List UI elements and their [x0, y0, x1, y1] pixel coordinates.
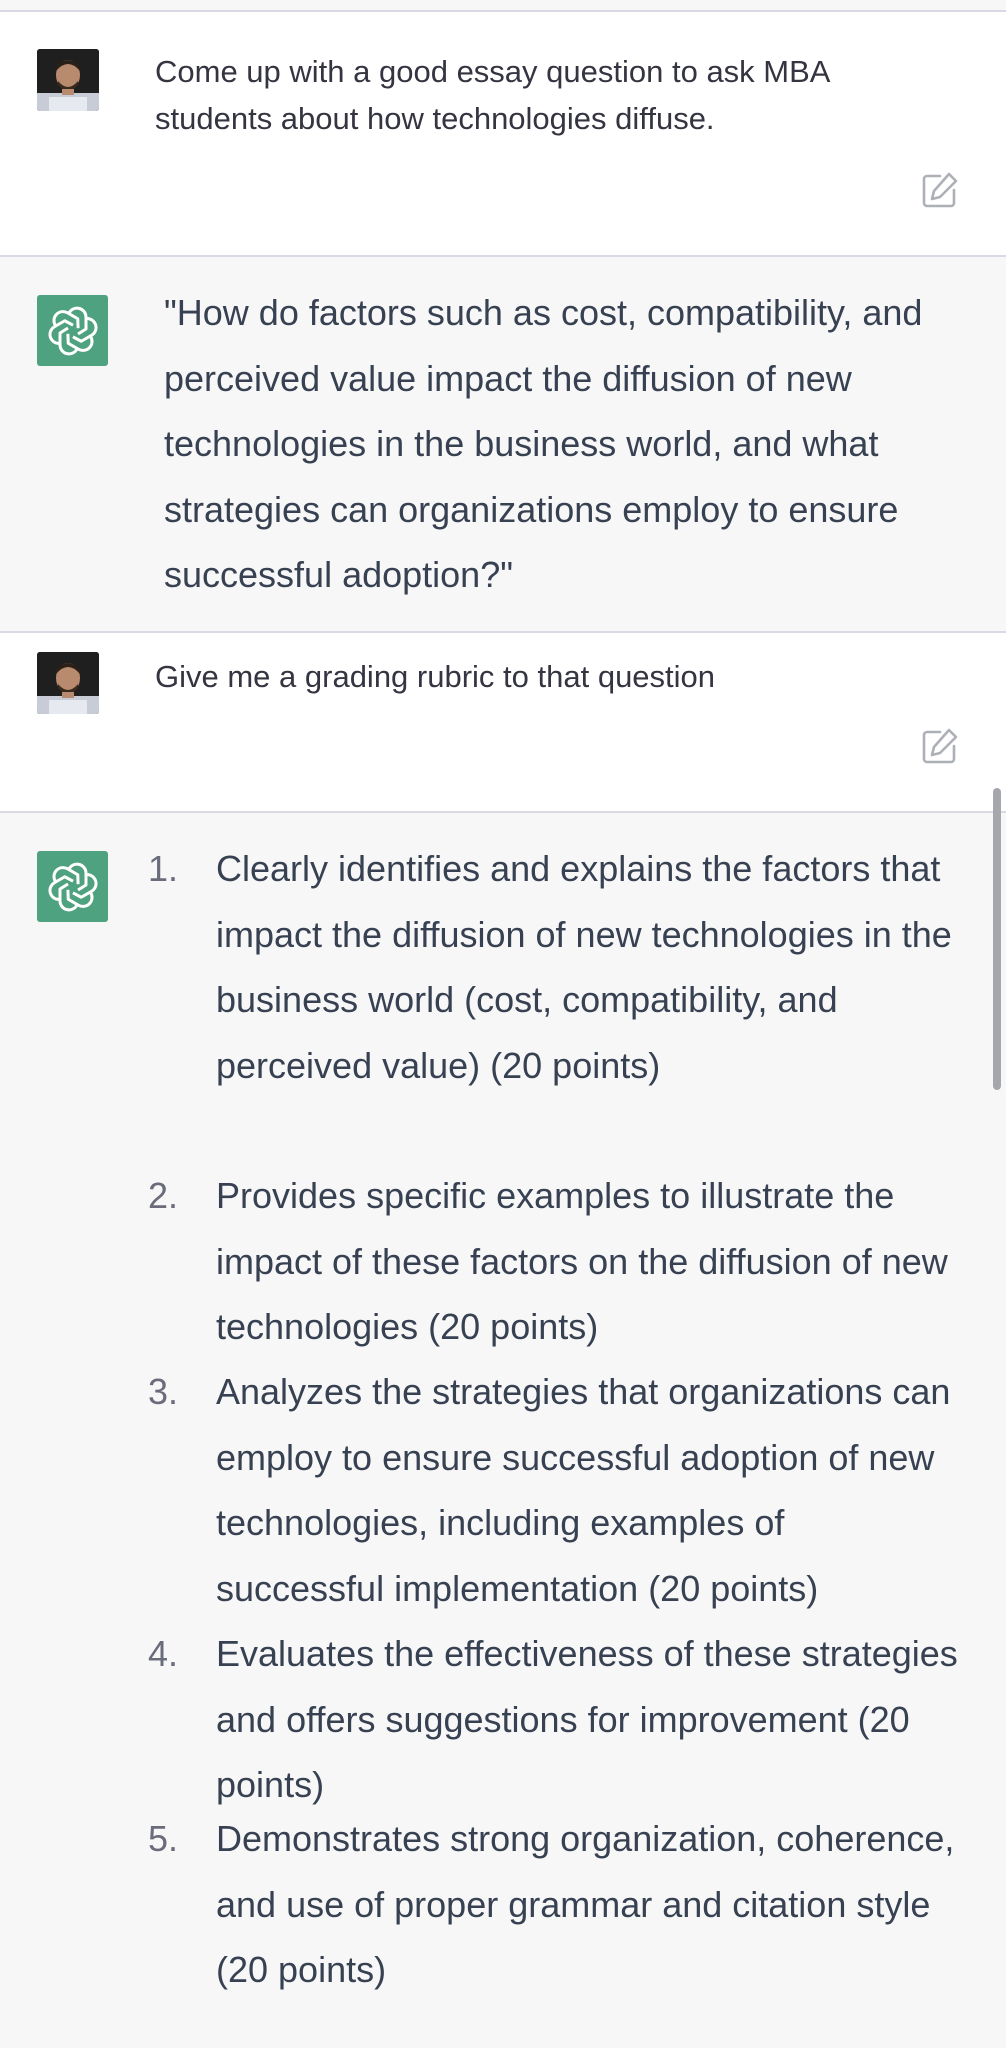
rubric-item-text: Evaluates the effectiveness of these str…: [216, 1633, 958, 1805]
user-message: Give me a grading rubric to that questio…: [0, 633, 1006, 811]
rubric-item-text: Analyzes the strategies that organizatio…: [216, 1371, 951, 1609]
assistant-message: 1. Clearly identifies and explains the f…: [0, 813, 1006, 2048]
rubric-item-number: 5.: [148, 1818, 179, 1859]
rubric-item-text: Demonstrates strong organization, cohere…: [216, 1818, 955, 1990]
rubric-item-number: 1.: [148, 848, 179, 889]
rubric-item-text: Provides specific examples to illustrate…: [216, 1175, 948, 1347]
assistant-message-text: "How do factors such as cost, compatibil…: [164, 292, 923, 595]
chat-page: Come up with a good essay question to as…: [0, 0, 1006, 2048]
user-avatar: [37, 652, 99, 714]
rubric-item-text: Clearly identifies and explains the fact…: [216, 848, 952, 1086]
user-avatar: [37, 49, 99, 111]
user-message-text: Come up with a good essay question to as…: [155, 54, 829, 136]
edit-icon[interactable]: [920, 726, 960, 766]
openai-logo-icon: [37, 851, 108, 922]
user-message-text: Give me a grading rubric to that questio…: [155, 659, 716, 694]
rubric-item-number: 2.: [148, 1175, 179, 1216]
user-message: Come up with a good essay question to as…: [0, 12, 1006, 255]
edit-icon[interactable]: [920, 170, 960, 210]
openai-logo-icon: [37, 295, 108, 366]
rubric-item-number: 3.: [148, 1371, 179, 1412]
assistant-message: "How do factors such as cost, compatibil…: [0, 257, 1006, 631]
rubric-item-number: 4.: [148, 1633, 179, 1674]
scrollbar[interactable]: [993, 788, 1001, 1090]
